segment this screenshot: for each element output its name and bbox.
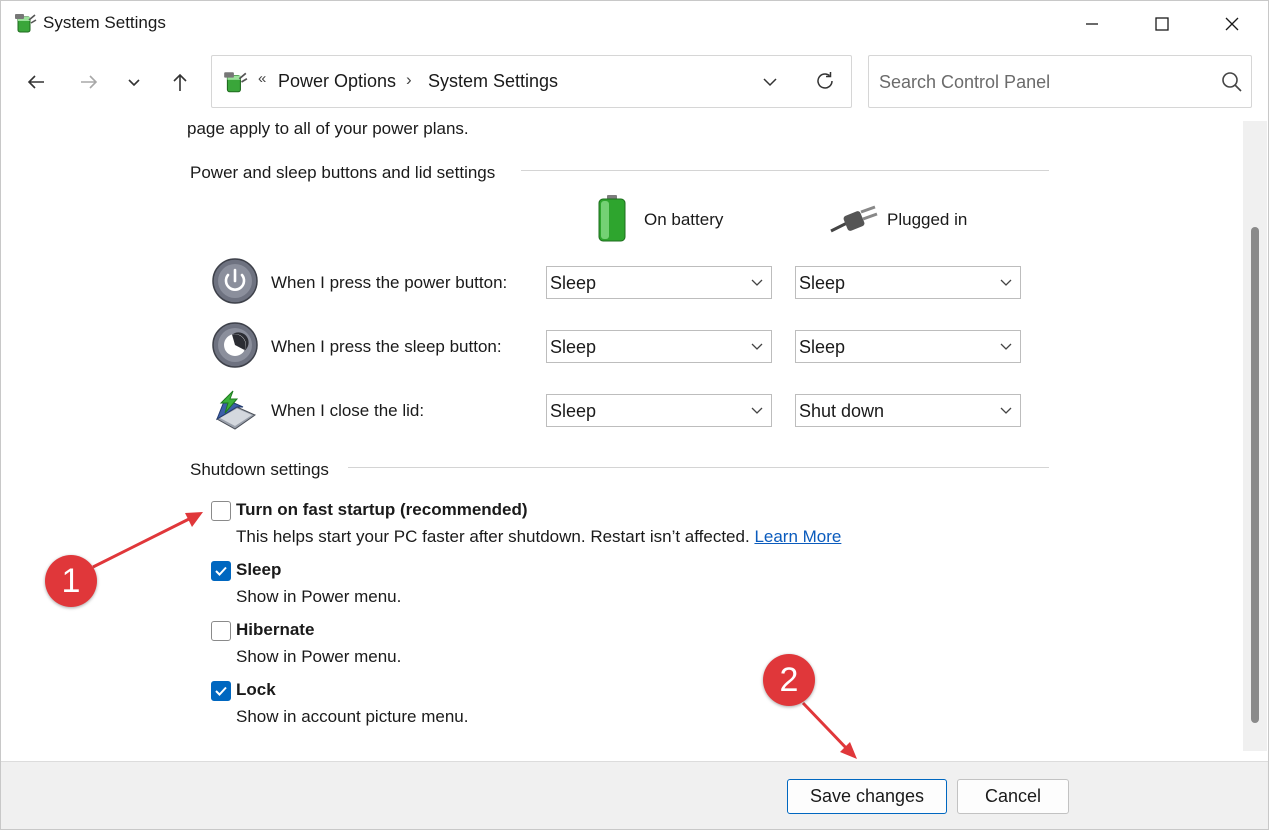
up-button[interactable] bbox=[165, 67, 195, 97]
content-area: page apply to all of your power plans. P… bbox=[1, 117, 1241, 761]
power-button-plugged-in-select[interactable]: Sleep bbox=[795, 266, 1021, 299]
search-icon[interactable] bbox=[1219, 69, 1245, 95]
checkmark-icon bbox=[215, 686, 227, 696]
shutdown-group-label: Shutdown settings bbox=[190, 460, 329, 480]
lock-checkbox[interactable] bbox=[211, 681, 231, 701]
refresh-button[interactable] bbox=[812, 68, 838, 94]
sleep-button-label: When I press the sleep button: bbox=[271, 337, 502, 356]
close-lid-plugged-in-select[interactable]: Shut down bbox=[795, 394, 1021, 427]
chevron-down-icon bbox=[751, 343, 763, 350]
sleep-button-icon bbox=[212, 322, 258, 368]
sleep-button-on-battery-select[interactable]: Sleep bbox=[546, 330, 772, 363]
chevron-down-icon bbox=[751, 279, 763, 286]
select-value: Shut down bbox=[799, 401, 885, 421]
sleep-option-title[interactable]: Sleep bbox=[236, 560, 281, 580]
scrollbar-thumb[interactable] bbox=[1251, 227, 1259, 723]
sleep-checkbox[interactable] bbox=[211, 561, 231, 581]
title-bar: System Settings bbox=[1, 1, 1268, 47]
close-icon bbox=[1225, 17, 1239, 31]
power-button-on-battery-select[interactable]: Sleep bbox=[546, 266, 772, 299]
chevron-down-icon bbox=[128, 79, 140, 87]
lock-option-description: Show in account picture menu. bbox=[236, 707, 469, 726]
chevron-down-icon bbox=[763, 78, 777, 87]
breadcrumb-power-options[interactable]: Power Options bbox=[278, 71, 396, 92]
select-value: Sleep bbox=[799, 273, 846, 293]
lock-option-title[interactable]: Lock bbox=[236, 680, 276, 700]
chevron-down-icon bbox=[751, 407, 763, 414]
annotation-badge-1: 1 bbox=[45, 555, 97, 607]
close-button[interactable] bbox=[1197, 1, 1267, 47]
battery-icon bbox=[598, 195, 626, 242]
select-value: Sleep bbox=[550, 273, 597, 293]
window-title: System Settings bbox=[43, 13, 166, 32]
close-lid-on-battery-select[interactable]: Sleep bbox=[546, 394, 772, 427]
sleep-option-description: Show in Power menu. bbox=[236, 587, 402, 606]
save-changes-button[interactable]: Save changes bbox=[787, 779, 947, 814]
footer-bar: Save changes Cancel bbox=[1, 761, 1268, 829]
plug-icon bbox=[830, 205, 878, 233]
address-bar[interactable]: « Power Options › System Settings bbox=[211, 55, 852, 108]
hibernate-option-title[interactable]: Hibernate bbox=[236, 620, 314, 640]
fast-startup-checkbox[interactable] bbox=[211, 501, 231, 521]
recent-locations-button[interactable] bbox=[119, 67, 149, 97]
refresh-icon bbox=[817, 72, 833, 89]
power-options-icon bbox=[15, 14, 37, 33]
group-divider bbox=[348, 467, 1049, 468]
group-divider bbox=[521, 170, 1049, 171]
intro-text: page apply to all of your power plans. bbox=[187, 119, 469, 138]
hibernate-checkbox[interactable] bbox=[211, 621, 231, 641]
select-value: Sleep bbox=[550, 337, 597, 357]
breadcrumb-prefix[interactable]: « bbox=[258, 70, 266, 87]
forward-button[interactable] bbox=[74, 67, 104, 97]
checkmark-icon bbox=[215, 566, 227, 576]
power-button-icon bbox=[212, 258, 258, 304]
maximize-icon bbox=[1155, 17, 1169, 31]
power-button-label: When I press the power button: bbox=[271, 273, 508, 292]
plugged-in-header: Plugged in bbox=[887, 210, 968, 229]
system-settings-window: System Settings « Power Options › System… bbox=[0, 0, 1269, 830]
minimize-button[interactable] bbox=[1057, 1, 1127, 47]
on-battery-header: On battery bbox=[644, 210, 724, 229]
breadcrumb-system-settings[interactable]: System Settings bbox=[428, 71, 558, 92]
minimize-icon bbox=[1086, 23, 1098, 25]
close-lid-label: When I close the lid: bbox=[271, 401, 425, 420]
chevron-down-icon bbox=[1000, 279, 1012, 286]
chevron-down-icon bbox=[1000, 343, 1012, 350]
breadcrumb-separator[interactable]: › bbox=[406, 70, 412, 90]
search-box[interactable] bbox=[868, 55, 1252, 108]
navigation-bar: « Power Options › System Settings bbox=[1, 47, 1268, 117]
fast-startup-desc-text: This helps start your PC faster after sh… bbox=[236, 527, 750, 546]
chevron-down-icon bbox=[1000, 407, 1012, 414]
laptop-lid-icon bbox=[215, 390, 257, 430]
arrow-up-icon bbox=[173, 73, 187, 91]
cancel-button[interactable]: Cancel bbox=[957, 779, 1069, 814]
power-options-icon bbox=[224, 72, 248, 93]
annotation-badge-2: 2 bbox=[763, 654, 815, 706]
select-value: Sleep bbox=[550, 401, 597, 421]
address-dropdown-button[interactable] bbox=[758, 70, 782, 94]
power-group-label: Power and sleep buttons and lid settings bbox=[190, 163, 496, 183]
arrow-left-icon bbox=[27, 75, 44, 89]
fast-startup-title[interactable]: Turn on fast startup (recommended) bbox=[236, 500, 528, 520]
select-value: Sleep bbox=[799, 337, 846, 357]
fast-startup-description: This helps start your PC faster after sh… bbox=[236, 527, 841, 547]
arrow-right-icon bbox=[81, 75, 98, 89]
search-input[interactable] bbox=[879, 70, 1209, 94]
sleep-button-plugged-in-select[interactable]: Sleep bbox=[795, 330, 1021, 363]
learn-more-link[interactable]: Learn More bbox=[754, 527, 841, 546]
back-button[interactable] bbox=[21, 67, 51, 97]
hibernate-option-description: Show in Power menu. bbox=[236, 647, 402, 666]
maximize-button[interactable] bbox=[1127, 1, 1197, 47]
